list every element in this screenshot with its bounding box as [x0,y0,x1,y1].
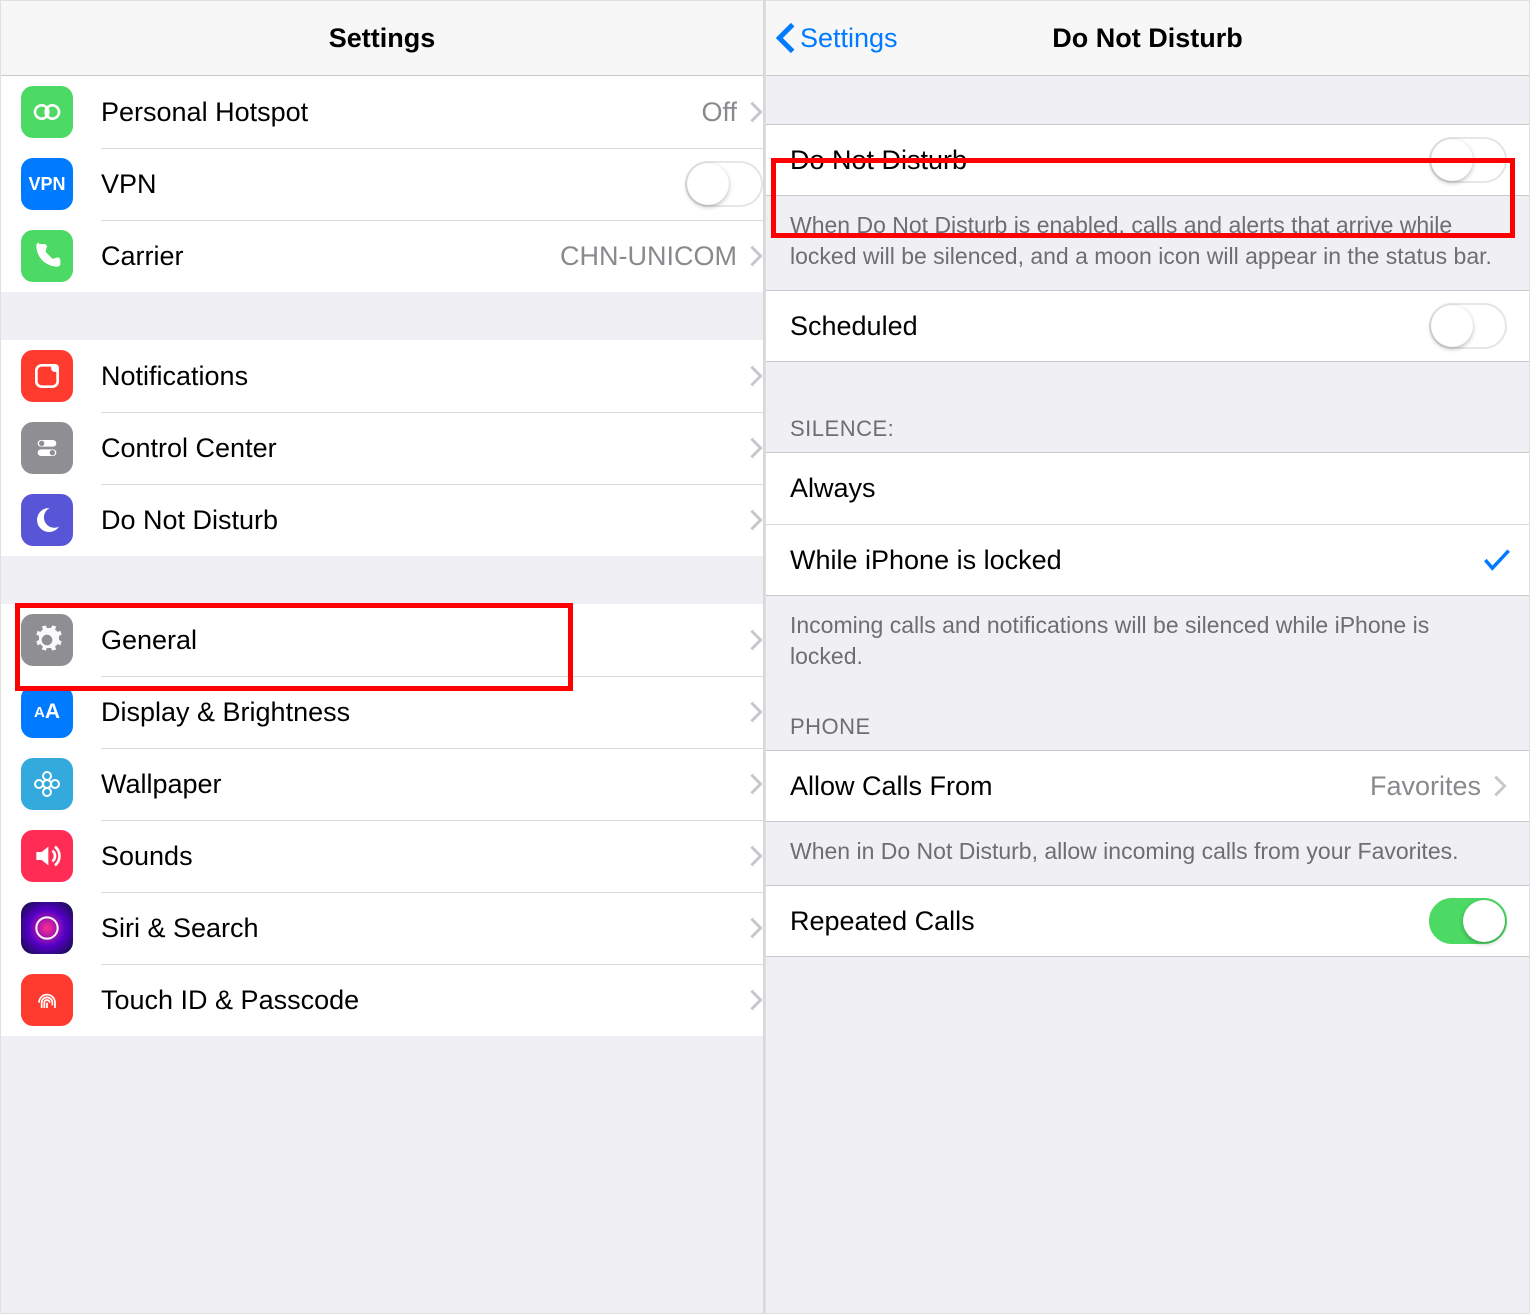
dnd-list[interactable]: Do Not Disturb When Do Not Disturb is en… [766,76,1529,1313]
row-label: VPN [101,169,685,200]
dnd-group: Scheduled [766,290,1529,362]
row-personal-hotspot[interactable]: Personal Hotspot Off [1,76,763,148]
row-allow-calls-from[interactable]: Allow Calls From Favorites [766,750,1529,822]
row-value: CHN-UNICOM [560,241,737,272]
row-do-not-disturb[interactable]: Do Not Disturb [1,484,763,556]
chevron-right-icon [749,244,763,268]
row-siri-search[interactable]: Siri & Search [1,892,763,964]
row-label: Touch ID & Passcode [101,985,749,1016]
wallpaper-icon [21,758,73,810]
row-value: Favorites [1370,771,1481,802]
row-label: Allow Calls From [790,771,1370,802]
row-scheduled[interactable]: Scheduled [766,290,1529,362]
navbar-title: Settings [329,23,436,54]
group-separator [1,292,763,340]
settings-group: General AA Display & Brightness Wallpape… [1,604,763,1036]
vpn-toggle[interactable] [685,161,763,207]
chevron-right-icon [749,988,763,1012]
row-sounds[interactable]: Sounds [1,820,763,892]
group-separator [766,76,1529,124]
phone-icon [21,230,73,282]
vpn-icon: VPN [21,158,73,210]
gear-icon [21,614,73,666]
row-vpn[interactable]: VPN VPN [1,148,763,220]
chevron-right-icon [749,916,763,940]
chevron-right-icon [749,100,763,124]
chevron-right-icon [749,772,763,796]
section-footer: When Do Not Disturb is enabled, calls an… [766,196,1529,290]
hotspot-icon [21,86,73,138]
row-notifications[interactable]: Notifications [1,340,763,412]
row-label: Control Center [101,433,749,464]
scheduled-toggle[interactable] [1429,303,1507,349]
row-label: Scheduled [790,311,1429,342]
chevron-right-icon [1493,774,1507,798]
dnd-group: Repeated Calls [766,885,1529,957]
dnd-panel: Settings Do Not Disturb Do Not Disturb W… [765,0,1530,1314]
settings-list[interactable]: Personal Hotspot Off VPN VPN Carrier CHN… [1,76,763,1313]
dnd-group: Do Not Disturb [766,124,1529,196]
control-center-icon [21,422,73,474]
chevron-right-icon [749,628,763,652]
row-label: Do Not Disturb [790,145,1429,176]
row-label: Display & Brightness [101,697,749,728]
navbar-left: Settings [1,1,763,76]
dnd-toggle[interactable] [1429,137,1507,183]
section-header: SILENCE: [766,362,1529,452]
settings-group: Personal Hotspot Off VPN VPN Carrier CHN… [1,76,763,292]
chevron-right-icon [749,700,763,724]
row-label: Personal Hotspot [101,97,701,128]
chevron-right-icon [749,436,763,460]
settings-group: Notifications Control Center Do Not Dist… [1,340,763,556]
row-label: Notifications [101,361,749,392]
navbar-right: Settings Do Not Disturb [766,1,1529,76]
chevron-right-icon [749,508,763,532]
row-dnd-toggle[interactable]: Do Not Disturb [766,124,1529,196]
notifications-icon [21,350,73,402]
row-label: Carrier [101,241,560,272]
row-repeated-calls[interactable]: Repeated Calls [766,885,1529,957]
row-label: Do Not Disturb [101,505,749,536]
touchid-icon [21,974,73,1026]
dnd-group: Always While iPhone is locked [766,452,1529,596]
sounds-icon [21,830,73,882]
chevron-right-icon [749,364,763,388]
row-label: While iPhone is locked [790,545,1483,576]
section-footer: Incoming calls and notifications will be… [766,596,1529,690]
back-label: Settings [800,23,898,54]
row-value: Off [701,97,737,128]
checkmark-icon [1483,548,1507,572]
siri-icon [21,902,73,954]
row-display-brightness[interactable]: AA Display & Brightness [1,676,763,748]
aa-icon: AA [21,686,73,738]
settings-panel: Settings Personal Hotspot Off VPN VPN [0,0,765,1314]
row-label: Repeated Calls [790,906,1429,937]
row-label: Siri & Search [101,913,749,944]
navbar-title: Do Not Disturb [1052,23,1242,54]
row-label: Sounds [101,841,749,872]
back-button[interactable]: Settings [776,21,898,55]
group-separator [1,556,763,604]
chevron-right-icon [749,844,763,868]
moon-icon [21,494,73,546]
row-label: Wallpaper [101,769,749,800]
row-silence-always[interactable]: Always [766,452,1529,524]
row-label: General [101,625,749,656]
dnd-group: Allow Calls From Favorites [766,750,1529,822]
row-label: Always [790,473,1507,504]
row-touch-id-passcode[interactable]: Touch ID & Passcode [1,964,763,1036]
row-silence-locked[interactable]: While iPhone is locked [766,524,1529,596]
row-wallpaper[interactable]: Wallpaper [1,748,763,820]
row-control-center[interactable]: Control Center [1,412,763,484]
row-general[interactable]: General [1,604,763,676]
section-footer: When in Do Not Disturb, allow incoming c… [766,822,1529,885]
row-carrier[interactable]: Carrier CHN-UNICOM [1,220,763,292]
section-header: PHONE [766,690,1529,750]
repeated-calls-toggle[interactable] [1429,898,1507,944]
